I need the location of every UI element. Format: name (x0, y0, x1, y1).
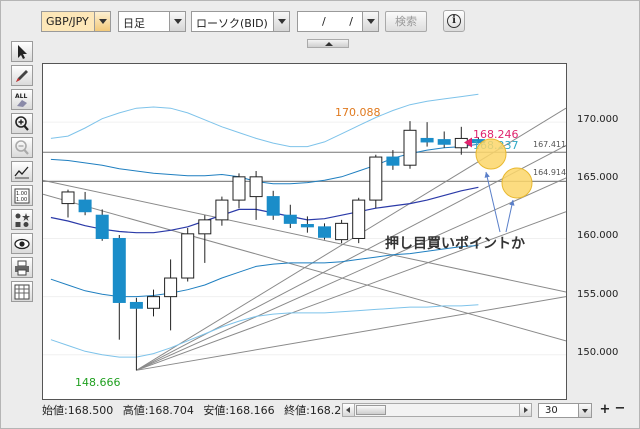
low-price-label: 148.666 (75, 376, 121, 389)
candle-body (249, 176, 263, 198)
svg-text:ALL: ALL (15, 93, 27, 100)
price-table-button[interactable]: 1.00 1.00 (11, 185, 33, 206)
indicator-button[interactable] (11, 161, 33, 182)
cursor-icon (18, 45, 27, 59)
symbol-list-button[interactable] (11, 209, 33, 230)
chart-scrollbar[interactable] (342, 403, 532, 417)
info-button[interactable]: i (443, 10, 465, 32)
arrow-head-icon (484, 172, 490, 178)
view-toggle-button[interactable] (11, 233, 33, 254)
chart-type-value: ローソク(BID) (196, 17, 268, 30)
date-select[interactable]: / / (297, 11, 379, 32)
candle-body (283, 214, 297, 224)
collapse-toolbar-button[interactable] (307, 39, 349, 48)
horizontal-line-label: 164.914 (533, 168, 566, 177)
price-tick-label: 165.000 (577, 172, 619, 184)
candle-body (300, 224, 314, 228)
zoom-in-icon (15, 116, 29, 131)
price-tick-label: 170.000 (577, 114, 619, 126)
pullback-annotation: 押し目買いポイントか (385, 235, 525, 252)
chart-window: GBP/JPY 日足 ローソク(BID) / / 検索 i ALL 1.00 1… (0, 0, 640, 429)
candle-body (403, 129, 417, 166)
print-icon (15, 260, 29, 276)
pullback-circle (501, 167, 533, 199)
eye-icon (14, 238, 30, 250)
candle-body (112, 237, 126, 303)
ohlc-status-bar: 始値:168.500 高値:168.704 安値:168.166 終値:168.… (42, 402, 361, 420)
grid-icon (14, 284, 30, 300)
zoom-out-button[interactable]: − (614, 402, 626, 417)
low-value: 安値:168.166 (203, 404, 275, 417)
zoom-in-button[interactable]: + (599, 402, 611, 417)
bar-count-select[interactable]: 30 (538, 403, 592, 418)
chevron-down-icon[interactable] (169, 12, 185, 31)
moving-average-line (50, 186, 479, 234)
chart-type-select[interactable]: ローソク(BID) (191, 11, 290, 32)
chevron-down-icon[interactable] (273, 12, 289, 31)
erase-all-button[interactable]: ALL (11, 89, 33, 110)
open-value: 始値:168.500 (42, 404, 114, 417)
info-icon: i (447, 14, 461, 28)
candle-body (215, 199, 229, 221)
fan-line (136, 144, 566, 371)
pen-icon (16, 70, 28, 82)
price-axis: 170.000 165.000 160.000 155.000 150.000 (567, 63, 637, 400)
price-tick-label: 155.000 (577, 288, 619, 300)
chart-canvas: 170.088148.666168.246168.237167.411164.9… (43, 93, 566, 389)
date-value: / / (322, 15, 363, 28)
period-select[interactable]: 日足 (118, 11, 186, 32)
high-value: 高値:168.704 (122, 404, 194, 417)
svg-text:1.00: 1.00 (16, 197, 27, 203)
zoom-out-icon (15, 140, 29, 155)
symbol-value: GBP/JPY (46, 15, 89, 28)
candle-body (198, 219, 212, 235)
horizontal-line-label: 167.411 (533, 140, 566, 149)
candle-body (61, 191, 75, 205)
candle-body (129, 301, 143, 309)
grid-settings-button[interactable] (11, 281, 33, 302)
search-button[interactable]: 検索 (385, 11, 427, 32)
high-price-label: 170.088 (335, 106, 381, 119)
symbol-select[interactable]: GBP/JPY (41, 11, 111, 32)
candle-body (181, 233, 195, 279)
symbol-icon (15, 213, 30, 227)
period-value: 日足 (123, 17, 145, 30)
zoom-out-tool-button[interactable] (11, 137, 33, 158)
eraser-all-icon: ALL (15, 93, 27, 107)
candle-body (437, 139, 451, 145)
bar-count-value: 30 (545, 405, 558, 416)
candle-body (95, 214, 109, 239)
scroll-thumb[interactable] (356, 405, 386, 415)
price-tick-label: 150.000 (577, 346, 619, 358)
candle-body (335, 222, 349, 241)
candle-body (420, 137, 434, 143)
candle-body (352, 199, 366, 239)
pullback-circle (475, 138, 507, 170)
fan-line (136, 296, 566, 371)
candle-body (386, 156, 400, 166)
price-tick-label: 160.000 (577, 230, 619, 242)
chevron-down-icon[interactable] (362, 12, 378, 31)
price-table-icon: 1.001.00 (14, 188, 30, 204)
candle-body (164, 277, 178, 298)
chevron-down-icon[interactable] (94, 12, 110, 31)
candle-body (266, 196, 280, 216)
pen-tool-button[interactable] (11, 65, 33, 86)
candle-body (78, 199, 92, 213)
candle-body (147, 296, 160, 309)
chevron-down-icon[interactable] (578, 404, 591, 417)
scroll-right-icon[interactable] (519, 404, 531, 416)
candle-body (318, 226, 331, 238)
fan-line (136, 177, 566, 371)
print-button[interactable] (11, 257, 33, 278)
cursor-tool-button[interactable] (11, 41, 33, 62)
scroll-left-icon[interactable] (343, 404, 355, 416)
candle-body (232, 176, 246, 201)
indicator-icon (14, 166, 29, 179)
candle-body (369, 156, 383, 201)
zoom-in-tool-button[interactable] (11, 113, 33, 134)
chart-area[interactable]: 170.088148.666168.246168.237167.411164.9… (42, 63, 567, 400)
